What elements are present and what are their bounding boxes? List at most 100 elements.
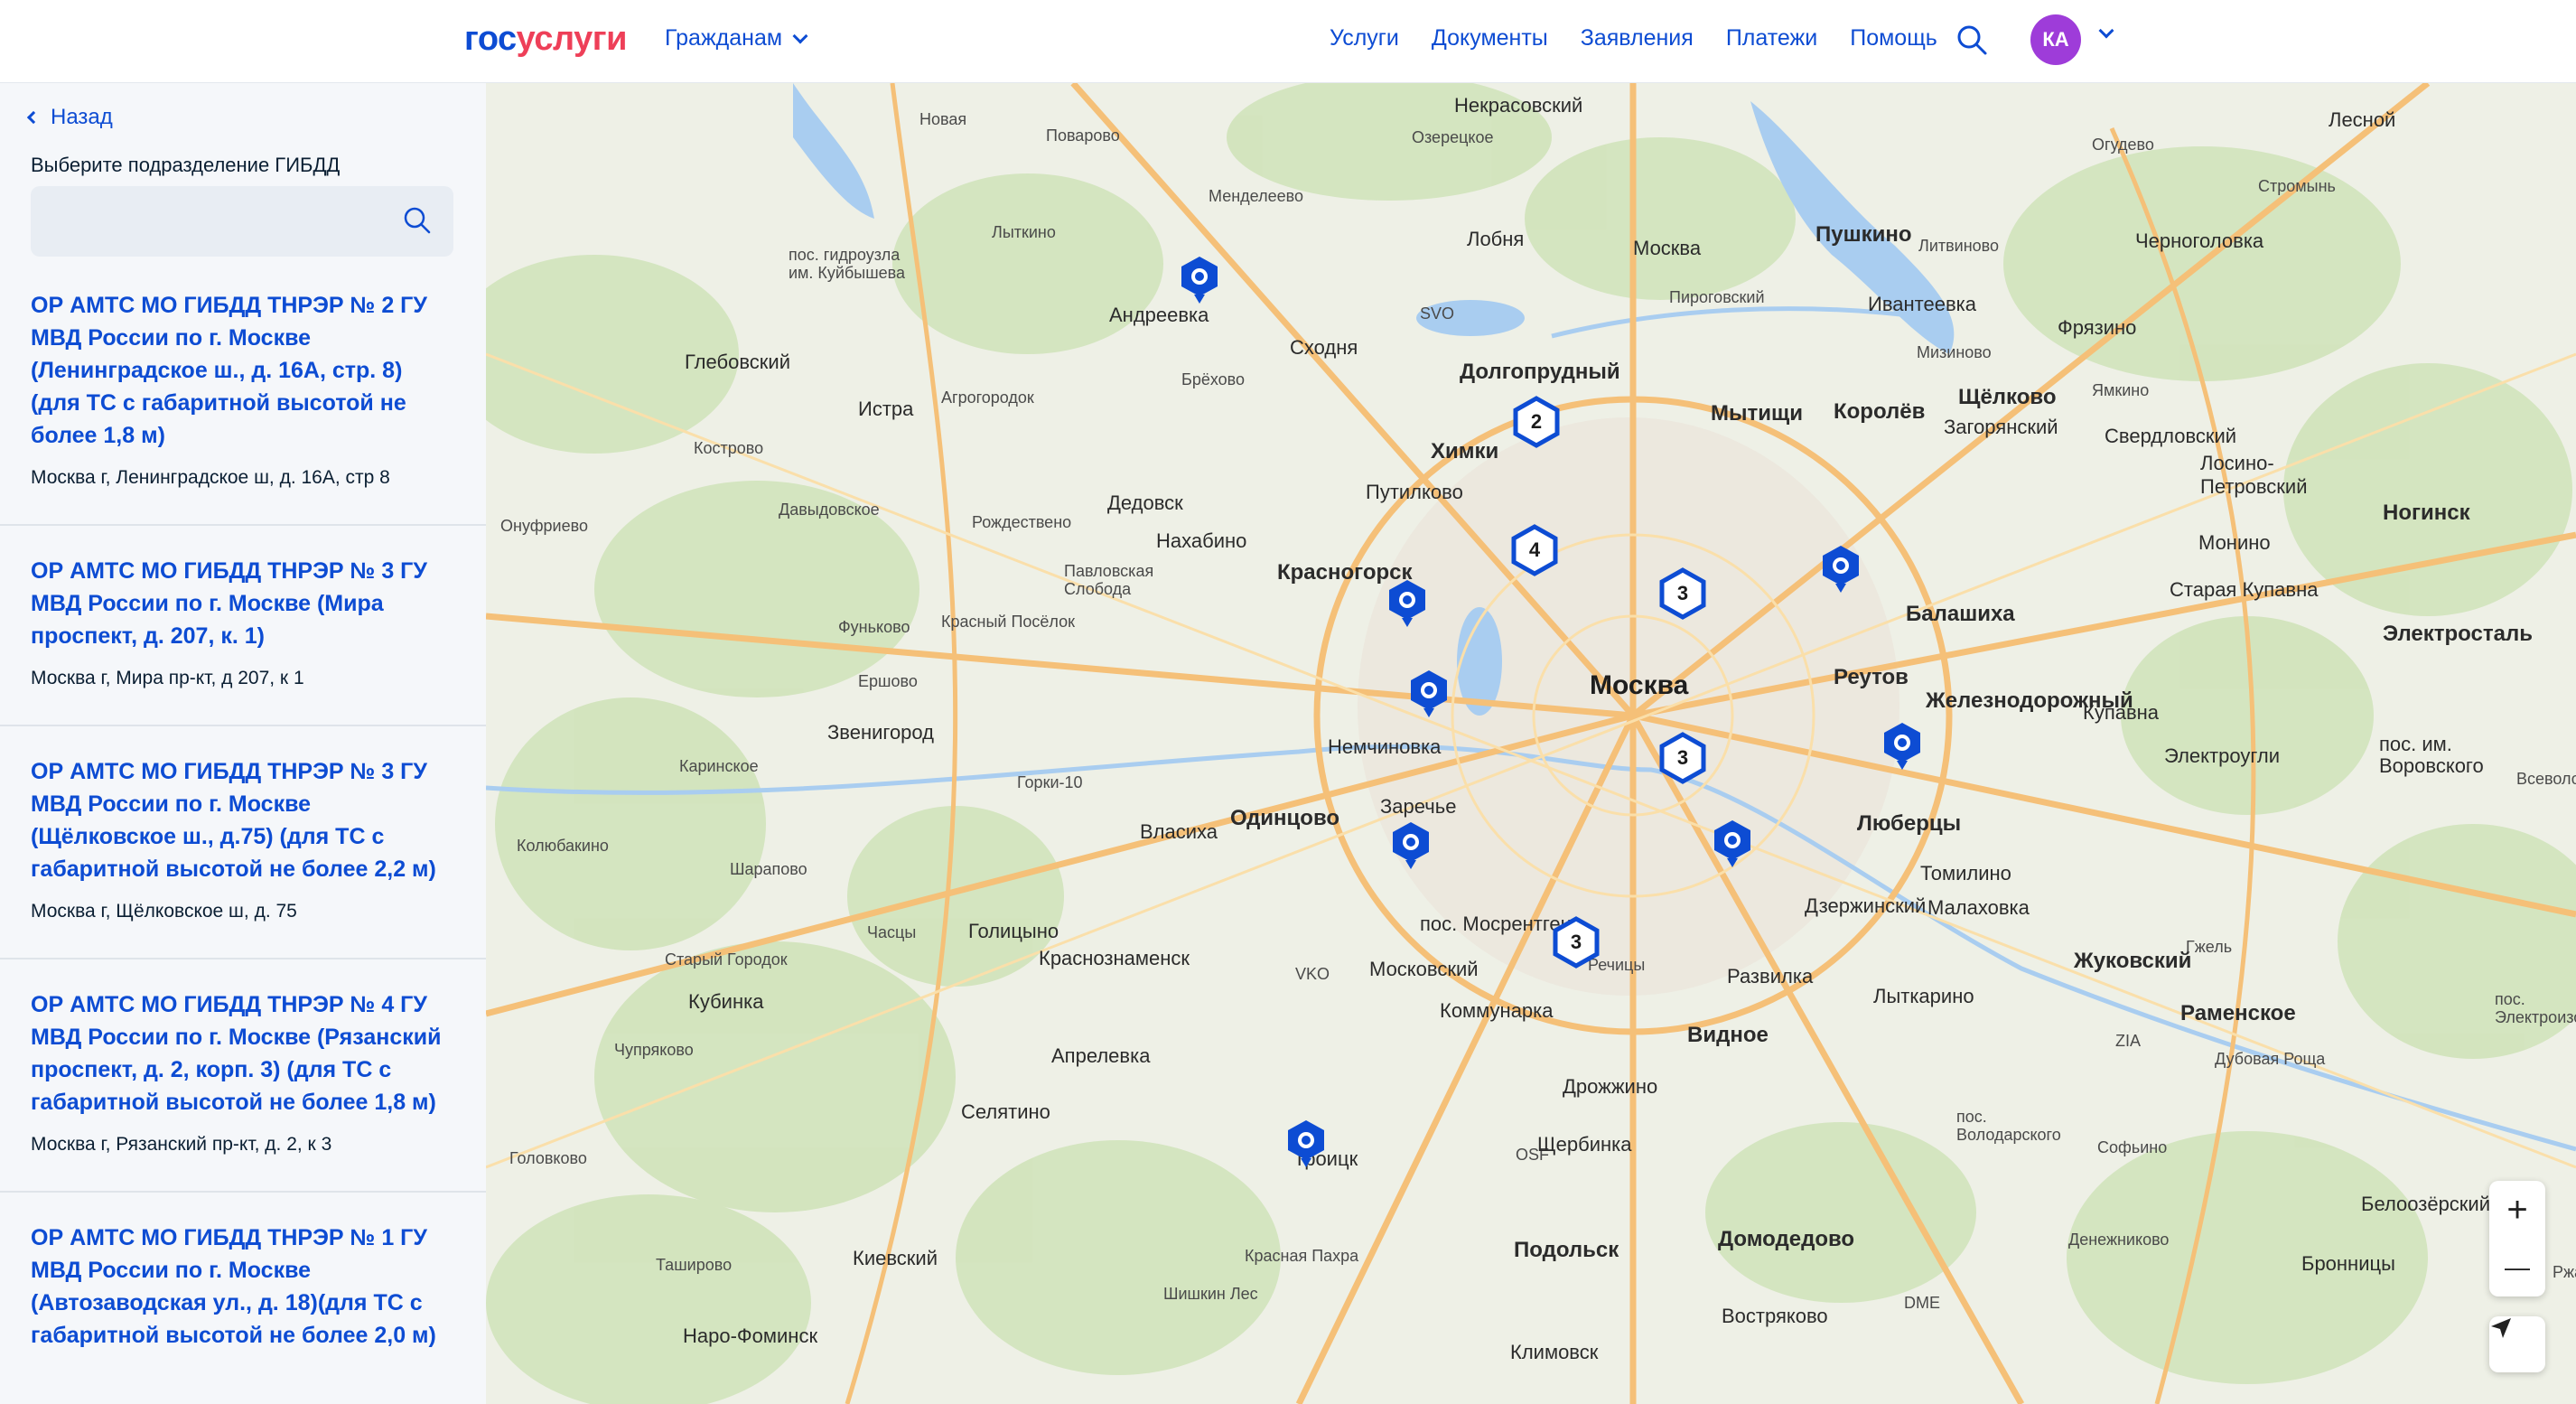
map-label: Давыдовское — [779, 501, 880, 519]
gosuslugi-logo[interactable]: госуслуги — [464, 20, 627, 59]
list-item[interactable]: ОР АМТС МО ГИБДД ТНРЭР № 1 ГУ МВД России… — [0, 1193, 486, 1386]
map-label: Москва — [1633, 237, 1702, 259]
sidebar: Назад Выберите подразделение ГИБДД ОР АМ… — [0, 83, 486, 1404]
nav-payments[interactable]: Платежи — [1726, 25, 1817, 51]
field-label: Выберите подразделение ГИБДД — [31, 154, 341, 176]
map-label: Лобня — [1467, 228, 1525, 250]
map-label: Таширово — [656, 1256, 733, 1274]
cluster-count: 3 — [1570, 931, 1582, 953]
back-link[interactable]: Назад — [26, 105, 113, 130]
map-label: Колюбакино — [517, 837, 609, 855]
item-address: Москва г, Рязанский пр-кт, д. 2, к 3 — [31, 1134, 332, 1155]
map-label: Красный Посёлок — [941, 613, 1075, 631]
nav-services[interactable]: Услуги — [1330, 25, 1399, 51]
map-label: Брёхово — [1181, 370, 1246, 388]
map-label: Озерецкое — [1412, 128, 1494, 146]
location-pin-icon[interactable] — [1407, 669, 1451, 719]
map-label: Домодедово — [1718, 1227, 1855, 1251]
map-label: Дедовск — [1107, 491, 1183, 514]
zoom-out-button[interactable]: — — [2489, 1239, 2545, 1296]
location-pin-icon[interactable] — [1389, 820, 1433, 871]
chevron-down-icon[interactable] — [2098, 23, 2114, 39]
map-label: пос. гидроузла им. Куйбышева — [789, 246, 906, 282]
avatar[interactable]: КА — [2030, 14, 2081, 65]
zoom-in-button[interactable]: + — [2489, 1181, 2545, 1239]
list-item[interactable]: ОР АМТС МО ГИБДД ТНРЭР № 3 ГУ МВД России… — [0, 726, 486, 959]
map-label: Реутов — [1834, 665, 1909, 689]
map-label: Литвиново — [1918, 237, 2000, 255]
map-label: Старый Городок — [665, 950, 788, 969]
search-icon[interactable] — [1955, 23, 1988, 56]
search-input[interactable] — [31, 186, 453, 257]
back-label: Назад — [51, 105, 113, 129]
map-label: Мытищи — [1711, 401, 1803, 426]
map-cluster[interactable]: 3 — [1552, 916, 1601, 969]
item-title: ОР АМТС МО ГИБДД ТНРЭР № 3 ГУ МВД России… — [31, 759, 436, 882]
map-label: Голицыно — [968, 920, 1059, 942]
map-label: Лыткарино — [1873, 985, 1974, 1007]
search-icon[interactable] — [403, 206, 432, 235]
map-label: Томилино — [1920, 862, 2011, 885]
map-cluster[interactable]: 2 — [1512, 396, 1561, 448]
top-header: госуслуги Гражданам Услуги Документы Зая… — [0, 0, 2576, 83]
map-label: Люберцы — [1857, 811, 1962, 836]
map-label: Свердловский — [2105, 425, 2237, 447]
map-label: Андреевка — [1109, 304, 1209, 326]
map-label: Видное — [1687, 1023, 1769, 1047]
citizens-dropdown[interactable]: Гражданам — [665, 25, 808, 51]
map-label: Дзержинский — [1805, 894, 1927, 917]
map-label: Московский — [1369, 958, 1479, 980]
map-label: Электроугли — [2164, 744, 2280, 767]
location-pin-icon[interactable] — [1881, 721, 1924, 772]
list-item[interactable]: ОР АМТС МО ГИБДД ТНРЭР № 2 ГУ МВД России… — [0, 282, 486, 526]
map-label: Кострово — [694, 439, 764, 457]
map-label: Мизиново — [1917, 343, 1992, 361]
map-label: Истра — [858, 398, 914, 420]
map-label: Загорянский — [1944, 416, 2058, 438]
location-pin-icon[interactable] — [1284, 1119, 1328, 1169]
map-label: Шарапово — [730, 860, 807, 878]
map-label: Онуфриево — [500, 517, 588, 535]
map-label: Лыткино — [992, 223, 1056, 241]
map-label: Сходня — [1290, 336, 1358, 359]
map-label: Новая — [919, 110, 967, 128]
map-label: Поварово — [1046, 126, 1120, 145]
nav-help[interactable]: Помощь — [1850, 25, 1937, 51]
nav-applications[interactable]: Заявления — [1581, 25, 1694, 51]
map-label: Старая Купавна — [2170, 578, 2319, 601]
map-label: Малаховка — [1927, 896, 2030, 919]
locate-button[interactable] — [2489, 1316, 2545, 1372]
map-cluster[interactable]: 4 — [1510, 524, 1559, 576]
map-label: Лосино-Петровский — [2200, 452, 2308, 498]
item-address: Москва г, Ленинградское ш, д. 16А, стр 8 — [31, 467, 390, 488]
map-cluster[interactable]: 3 — [1658, 732, 1707, 784]
map[interactable]: Некрасовский Лесной Новая Поварово Озере… — [486, 83, 2576, 1404]
map-label: Фрязино — [2058, 316, 2137, 339]
map-label: Горки-10 — [1017, 773, 1083, 791]
search-box — [31, 186, 453, 257]
location-pin-icon[interactable] — [1386, 578, 1429, 629]
map-cluster[interactable]: 3 — [1658, 567, 1707, 620]
list-item[interactable]: ОР АМТС МО ГИБДД ТНРЭР № 4 ГУ МВД России… — [0, 959, 486, 1193]
item-address: Москва г, Мира пр-кт, д 207, к 1 — [31, 668, 304, 688]
location-pin-icon[interactable] — [1711, 819, 1754, 869]
map-label: DME — [1904, 1294, 1940, 1312]
citizens-label: Гражданам — [665, 25, 783, 51]
list-item[interactable]: ОР АМТС МО ГИБДД ТНРЭР № 3 ГУ МВД России… — [0, 526, 486, 726]
item-title: ОР АМТС МО ГИБДД ТНРЭР № 3 ГУ МВД России… — [31, 558, 427, 649]
map-label: Климовск — [1510, 1341, 1599, 1363]
location-pin-icon[interactable] — [1178, 255, 1221, 305]
location-pin-icon[interactable] — [1819, 544, 1862, 594]
office-list: ОР АМТС МО ГИБДД ТНРЭР № 2 ГУ МВД России… — [0, 282, 486, 1386]
nav-documents[interactable]: Документы — [1432, 25, 1548, 51]
map-label: Чупряково — [614, 1041, 694, 1059]
map-label: пос. Электроизолятор — [2495, 990, 2576, 1026]
map-label: Красная Пахра — [1245, 1247, 1359, 1265]
map-label: Ивантеевка — [1868, 293, 1976, 315]
map-label: Менделеево — [1209, 187, 1303, 205]
map-label: Часцы — [867, 923, 917, 941]
map-label: Каринское — [679, 757, 759, 775]
map-label: пос. Володарского — [1956, 1108, 2061, 1144]
map-label: Дубовая Роща — [2215, 1050, 2326, 1068]
map-label: Ногинск — [2383, 501, 2470, 525]
